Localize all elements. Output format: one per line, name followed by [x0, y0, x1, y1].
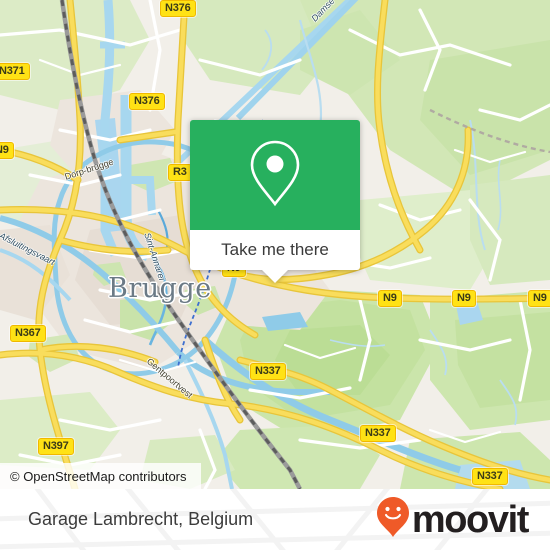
road-shield-n337-b: N337 [360, 425, 396, 442]
map-attribution[interactable]: © OpenStreetMap contributors [0, 463, 201, 489]
callout-pointer-tail [261, 269, 289, 283]
road-shield-n337-a: N337 [250, 363, 286, 380]
road-shield-n9-b: N9 [452, 290, 476, 307]
road-shield-n9-a: N9 [378, 290, 402, 307]
road-shield-n397: N397 [38, 438, 74, 455]
moovit-logo[interactable]: moovit [376, 496, 530, 543]
moovit-smiley-pin-icon [376, 496, 410, 543]
road-shield-n376-top: N376 [160, 0, 196, 17]
moovit-place-card-screenshot: Damse Vaart Dorp-brugge Afsluitingsvaart… [0, 0, 550, 550]
road-shield-n337-c: N337 [472, 468, 508, 485]
road-shield-r3: R3 [168, 164, 192, 181]
map-attribution-text: © OpenStreetMap contributors [10, 468, 187, 484]
road-shield-n9-c: N9 [528, 290, 550, 307]
callout-action-panel[interactable]: Take me there [190, 230, 360, 283]
road-shield-n9-left: N9 [0, 142, 14, 159]
callout-icon-panel [190, 120, 360, 230]
footer-bar: Garage Lambrecht, Belgium moovit [0, 489, 550, 550]
take-me-there-label: Take me there [221, 240, 329, 259]
take-me-there-callout[interactable]: Take me there [190, 120, 360, 283]
road-shield-n367: N367 [10, 325, 46, 342]
road-shield-n376-mid: N376 [129, 93, 165, 110]
road-shield-n371: N371 [0, 63, 30, 80]
moovit-wordmark: moovit [411, 498, 530, 541]
place-title: Garage Lambrecht, Belgium [28, 509, 254, 529]
map-pin-icon [247, 138, 303, 213]
map-canvas[interactable]: Damse Vaart Dorp-brugge Afsluitingsvaart… [0, 0, 550, 489]
